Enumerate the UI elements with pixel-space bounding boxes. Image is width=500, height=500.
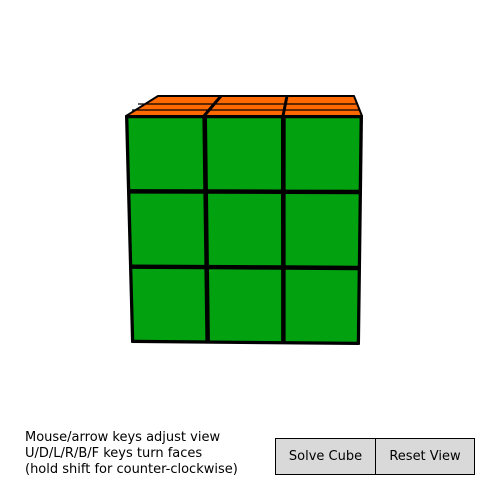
front-sticker <box>285 194 359 266</box>
front-sticker <box>208 193 282 266</box>
reset-view-button[interactable]: Reset View <box>375 438 475 475</box>
front-sticker <box>209 269 282 342</box>
solve-cube-button[interactable]: Solve Cube <box>275 438 376 475</box>
front-sticker <box>132 268 206 341</box>
instruction-line-view: Mouse/arrow keys adjust view <box>25 430 221 445</box>
rubiks-cube-view[interactable] <box>0 0 500 500</box>
front-sticker <box>207 118 281 190</box>
instructions-panel: Mouse/arrow keys adjust view U/D/L/R/B/F… <box>25 430 238 478</box>
cube-front-face <box>125 115 363 345</box>
cube-top-face <box>125 95 363 117</box>
front-sticker <box>130 193 205 265</box>
front-sticker <box>285 118 360 190</box>
front-sticker <box>285 269 358 342</box>
instruction-line-keys: U/D/L/R/B/F keys turn faces <box>25 446 203 461</box>
top-face-background <box>125 95 363 117</box>
instruction-line-shift: (hold shift for counter-clockwise) <box>25 462 238 477</box>
front-sticker <box>128 118 204 190</box>
